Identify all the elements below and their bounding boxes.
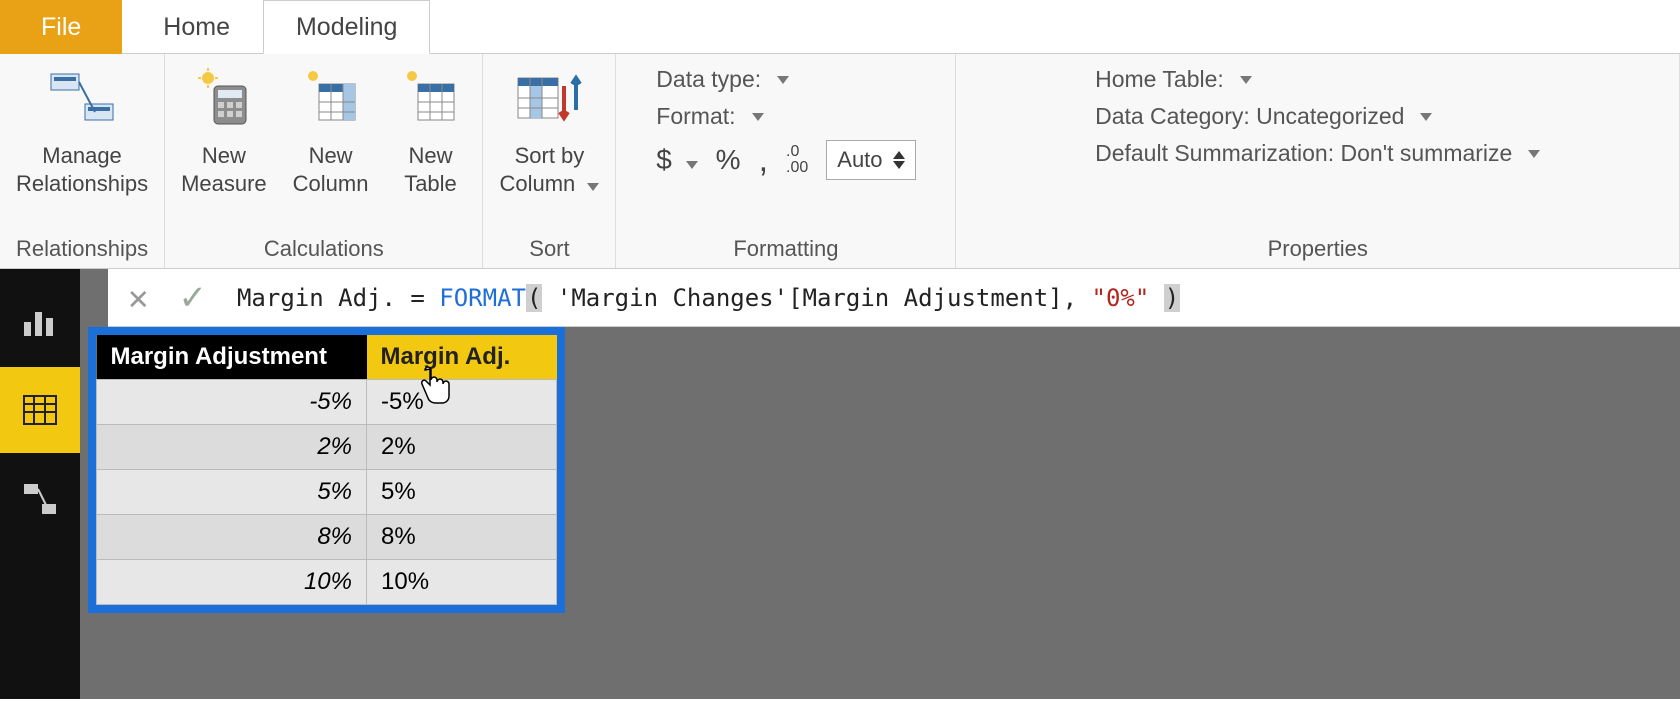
chevron-down-icon [777, 76, 789, 84]
new-measure-icon [188, 62, 260, 134]
formula-bar[interactable]: ✕ ✓ Margin Adj. = FORMAT( 'Margin Change… [108, 269, 1680, 327]
group-label-properties: Properties [1268, 234, 1368, 266]
format-label: Format: [656, 103, 735, 130]
percent-button[interactable]: % [716, 144, 741, 176]
data-table[interactable]: Margin Adjustment Margin Adj. -5%-5% 2%2… [96, 335, 557, 605]
decimals-icon: .0.00 [786, 144, 808, 176]
data-type-dropdown[interactable]: Data type: [656, 66, 915, 93]
model-icon [20, 480, 60, 520]
cell[interactable]: 8% [97, 515, 367, 560]
group-sort: Sort by Column Sort [483, 54, 616, 268]
new-measure-button[interactable]: New Measure [177, 60, 271, 199]
chevron-down-icon [587, 183, 599, 191]
cell[interactable]: 10% [367, 560, 557, 605]
table-row[interactable]: 2%2% [97, 425, 557, 470]
table-row[interactable]: -5%-5% [97, 380, 557, 425]
tab-home[interactable]: Home [130, 0, 263, 54]
chevron-down-icon [752, 113, 764, 121]
sort-icon [513, 62, 585, 134]
cell[interactable]: 5% [97, 470, 367, 515]
group-properties: Home Table: Data Category: Uncategorized… [956, 54, 1680, 268]
group-label-sort: Sort [529, 234, 569, 266]
spinner-down-icon[interactable] [893, 161, 905, 169]
cell[interactable]: 2% [367, 425, 557, 470]
sort-by-column-label: Sort by Column [499, 142, 599, 197]
cell[interactable]: 10% [97, 560, 367, 605]
group-relationships: Manage Relationships Relationships [0, 54, 165, 268]
report-view-button[interactable] [0, 277, 80, 363]
ribbon-body: Manage Relationships Relationships [0, 53, 1680, 269]
data-preview-highlight: Margin Adjustment Margin Adj. -5%-5% 2%2… [88, 327, 565, 613]
data-category-dropdown[interactable]: Data Category: Uncategorized [1095, 103, 1540, 130]
table-row[interactable]: 5%5% [97, 470, 557, 515]
data-view-button[interactable] [0, 367, 80, 453]
bar-chart-icon [20, 300, 60, 340]
manage-relationships-button[interactable]: Manage Relationships [12, 60, 152, 199]
cell[interactable]: -5% [97, 380, 367, 425]
default-summarization-dropdown[interactable]: Default Summarization: Don't summarize [1095, 140, 1540, 167]
workspace: ✕ ✓ Margin Adj. = FORMAT( 'Margin Change… [0, 269, 1680, 699]
table-row[interactable]: 10%10% [97, 560, 557, 605]
format-dropdown[interactable]: Format: [656, 103, 915, 130]
cell[interactable]: 2% [97, 425, 367, 470]
new-measure-label: New Measure [181, 142, 267, 197]
chevron-down-icon [1528, 150, 1540, 158]
new-table-icon [394, 62, 466, 134]
group-label-formatting: Formatting [733, 234, 838, 266]
new-column-button[interactable]: New Column [289, 60, 373, 199]
currency-button[interactable]: $ [656, 144, 697, 176]
decimal-places-value: Auto [837, 147, 882, 173]
view-switcher [0, 269, 80, 699]
default-summarization-label: Default Summarization: Don't summarize [1095, 140, 1512, 167]
cell[interactable]: 5% [367, 470, 557, 515]
manage-relationships-label: Manage Relationships [16, 142, 148, 197]
table-icon [20, 390, 60, 430]
new-table-label: New Table [404, 142, 457, 197]
tab-modeling[interactable]: Modeling [263, 0, 430, 54]
table-row[interactable]: 8%8% [97, 515, 557, 560]
model-view-button[interactable] [0, 457, 80, 543]
thousands-separator-button[interactable]: , [759, 141, 768, 180]
group-label-relationships: Relationships [16, 234, 148, 266]
commit-formula-button[interactable]: ✓ [178, 278, 207, 318]
tab-file[interactable]: File [0, 0, 122, 54]
relationships-icon [46, 62, 118, 134]
chevron-down-icon [1420, 113, 1432, 121]
group-formatting: Data type: Format: $ % , .0.00 Auto [616, 54, 956, 268]
ribbon-tabs: File Home Modeling [0, 0, 1680, 54]
formula-text[interactable]: Margin Adj. = FORMAT( 'Margin Changes'[M… [237, 284, 1180, 312]
cell[interactable]: -5% [367, 380, 557, 425]
group-calculations: New Measure New Column [165, 54, 483, 268]
new-table-button[interactable]: New Table [390, 60, 470, 199]
sort-by-column-button[interactable]: Sort by Column [495, 60, 603, 199]
column-header-margin-adj[interactable]: Margin Adj. [367, 335, 557, 380]
home-table-dropdown[interactable]: Home Table: [1095, 66, 1540, 93]
column-header-margin-adjustment[interactable]: Margin Adjustment [97, 335, 367, 380]
cell[interactable]: 8% [367, 515, 557, 560]
new-column-label: New Column [293, 142, 369, 197]
cancel-formula-button[interactable]: ✕ [128, 278, 148, 318]
data-category-label: Data Category: Uncategorized [1095, 103, 1404, 130]
new-column-icon [295, 62, 367, 134]
decimal-places-input[interactable]: Auto [826, 140, 915, 180]
data-type-label: Data type: [656, 66, 761, 93]
group-label-calculations: Calculations [264, 234, 384, 266]
chevron-down-icon [686, 161, 698, 169]
spinner-up-icon[interactable] [893, 151, 905, 159]
canvas: ✕ ✓ Margin Adj. = FORMAT( 'Margin Change… [80, 269, 1680, 699]
chevron-down-icon [1240, 76, 1252, 84]
home-table-label: Home Table: [1095, 66, 1224, 93]
